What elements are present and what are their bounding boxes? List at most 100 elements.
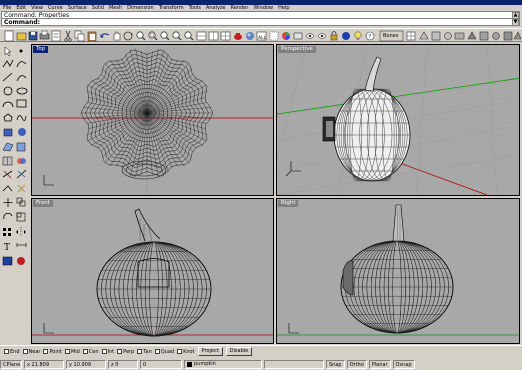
status-ortho-toggle[interactable]: Ortho [346, 359, 367, 369]
lock-icon[interactable] [330, 31, 338, 41]
select-arrow-icon[interactable] [4, 46, 12, 57]
mesh-tool-icon-8[interactable] [492, 32, 500, 40]
open-icon[interactable] [16, 32, 27, 41]
mesh-tool-icon-1[interactable] [406, 31, 416, 41]
copy-icon[interactable] [74, 30, 85, 42]
surface-icon[interactable] [2, 142, 14, 152]
pan-hand-icon[interactable] [113, 31, 121, 41]
osnap-point-checkbox[interactable] [43, 349, 49, 354]
osnap-knot-checkbox[interactable] [177, 349, 183, 354]
scale-icon[interactable] [16, 212, 26, 222]
project-button[interactable]: Project [197, 347, 223, 356]
polygon-icon[interactable] [3, 113, 13, 122]
osnap-knot[interactable]: Knot [177, 349, 195, 355]
trim-icon[interactable] [2, 170, 13, 179]
rectangle-icon[interactable] [16, 99, 27, 108]
osnap-cen-checkbox[interactable] [82, 349, 88, 354]
osnap-perp[interactable]: Perp [117, 349, 134, 355]
mesh-tool-icon-5[interactable] [454, 32, 465, 40]
osnap-point[interactable]: Point [43, 349, 62, 355]
paste-icon[interactable] [87, 31, 97, 42]
status-layer[interactable]: pumpkin [184, 359, 262, 369]
osnap-quad[interactable]: Quad [154, 349, 174, 355]
rotate-icon[interactable] [3, 212, 13, 220]
zoom-all-icon[interactable] [184, 31, 194, 41]
help-icon[interactable]: ? [365, 31, 375, 41]
osnap-tan-checkbox[interactable] [137, 349, 143, 354]
explode-icon[interactable] [17, 184, 26, 193]
osnap-cen[interactable]: Cen [82, 349, 99, 355]
ellipse-icon[interactable] [16, 87, 28, 95]
boolean-icon[interactable] [17, 158, 26, 164]
zoom-extents-icon[interactable] [160, 31, 170, 41]
disable-button[interactable]: Disable [225, 347, 253, 356]
rotate-view-icon[interactable] [123, 31, 133, 41]
status-planar-toggle[interactable]: Planar [368, 359, 391, 369]
layer-tools-icon[interactable] [293, 32, 303, 40]
viewport-right[interactable]: Right [276, 198, 520, 344]
line-icon[interactable] [2, 72, 13, 82]
copy-object-icon[interactable] [16, 197, 26, 207]
osnap-near-checkbox[interactable] [22, 349, 28, 354]
light-bulb-icon[interactable] [354, 31, 362, 40]
viewport-front[interactable]: Front [31, 198, 274, 344]
zoom-dynamic-icon[interactable] [136, 31, 146, 41]
render-teapot-icon[interactable] [234, 33, 242, 40]
new-file-icon[interactable] [4, 30, 14, 42]
mirror-icon[interactable] [16, 227, 26, 237]
mesh-tool-icon-4[interactable] [444, 32, 452, 40]
grid-layout-icon[interactable] [220, 31, 231, 41]
dimension-icon[interactable] [16, 243, 27, 247]
arc-icon[interactable] [2, 101, 14, 108]
mesh-tool-icon-2[interactable] [419, 31, 429, 40]
history-scroll-down[interactable]: ▼ [512, 19, 519, 26]
join-icon[interactable] [2, 185, 13, 192]
viewport-top[interactable]: Top [31, 44, 274, 196]
point-icon[interactable] [19, 49, 23, 53]
shaded-sphere-icon[interactable] [246, 32, 254, 40]
viewport-perspective[interactable]: Perspective [276, 44, 520, 196]
mesh-tool-icon-6[interactable] [467, 31, 477, 40]
print-icon[interactable] [39, 30, 50, 40]
mesh-tool-icon-9[interactable] [503, 31, 513, 41]
split-icon[interactable] [16, 169, 27, 179]
hide-icon[interactable] [305, 33, 315, 39]
box-solid-icon[interactable] [3, 128, 13, 137]
freeform-icon[interactable] [16, 115, 27, 121]
polyline-icon[interactable] [2, 59, 14, 68]
render-icon[interactable] [17, 257, 25, 265]
redo-view-icon[interactable] [208, 31, 219, 41]
move-icon[interactable] [3, 198, 13, 207]
osnap-end[interactable]: End [4, 349, 20, 355]
circle-icon[interactable] [3, 86, 13, 96]
sphere-solid-icon[interactable] [18, 128, 26, 136]
osnap-perp-checkbox[interactable] [117, 349, 123, 354]
mesh-tool-icon-7[interactable] [479, 31, 489, 41]
extrude-icon[interactable] [16, 142, 26, 152]
array-icon[interactable] [3, 228, 11, 236]
osnap-mid[interactable]: Mid [64, 349, 80, 355]
osnap-int[interactable]: Int [101, 349, 114, 355]
mesh-tool-icon-10[interactable] [513, 31, 522, 40]
osnap-quad-checkbox[interactable] [154, 349, 160, 354]
command-line[interactable]: Command: ▼ [1, 18, 520, 26]
osnap-tan[interactable]: Tan [137, 349, 152, 355]
mesh-tool-icon-3[interactable] [431, 31, 441, 41]
curve-icon[interactable] [16, 61, 27, 68]
layers-icon[interactable]: ALL [256, 31, 267, 41]
osnap-near[interactable]: Near [22, 349, 40, 355]
text-icon[interactable]: T [4, 243, 10, 253]
status-osnap-toggle[interactable]: Osnap [392, 359, 415, 369]
save-icon[interactable] [28, 31, 38, 41]
zoom-window-icon[interactable] [148, 31, 158, 41]
mesh-icon[interactable] [2, 156, 13, 166]
undo-icon[interactable] [100, 33, 110, 38]
osnap-mid-checkbox[interactable] [64, 349, 70, 354]
cut-icon[interactable] [64, 30, 72, 42]
undo-view-icon[interactable] [196, 31, 207, 41]
properties-icon[interactable] [51, 30, 61, 42]
status-snap-toggle[interactable]: Snap [326, 359, 345, 369]
show-icon[interactable] [317, 33, 327, 39]
curve-edit-icon[interactable] [16, 75, 27, 82]
blue-sphere-icon[interactable] [342, 32, 350, 40]
